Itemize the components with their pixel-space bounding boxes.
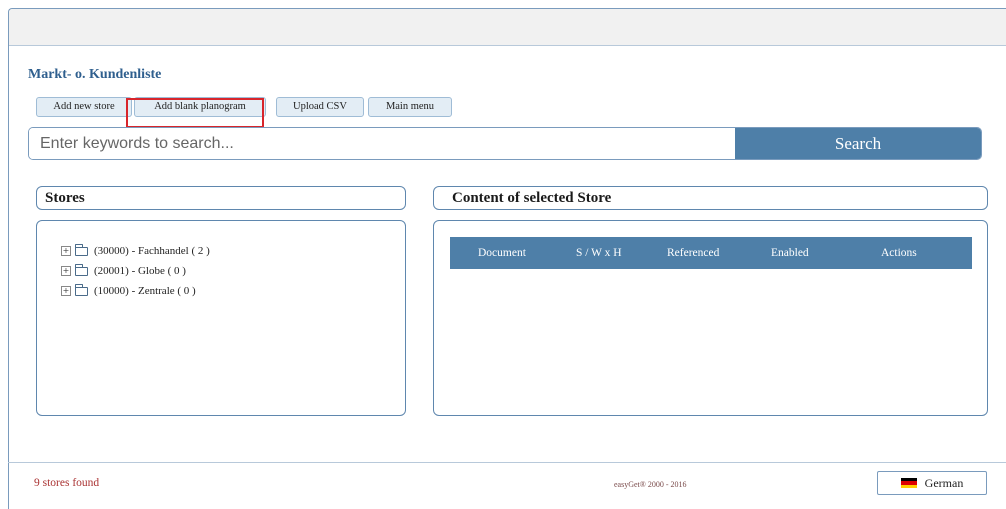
expand-icon[interactable]: + xyxy=(61,266,71,276)
stores-panel-header: Stores xyxy=(36,186,406,210)
search-bar: Search xyxy=(28,127,982,160)
expand-icon[interactable]: + xyxy=(61,246,71,256)
content-panel: Document S / W x H Referenced Enabled Ac… xyxy=(433,220,988,416)
folder-icon xyxy=(74,263,88,276)
german-flag-icon xyxy=(900,478,917,488)
tree-item-fachhandel[interactable]: + (30000) - Fachhandel ( 2 ) xyxy=(61,241,210,261)
search-button[interactable]: Search xyxy=(735,128,981,159)
footer-divider xyxy=(8,462,1006,463)
stores-tree-panel: + (30000) - Fachhandel ( 2 ) + (20001) -… xyxy=(36,220,406,416)
store-tree: + (30000) - Fachhandel ( 2 ) + (20001) -… xyxy=(61,241,210,301)
tree-item-zentrale[interactable]: + (10000) - Zentrale ( 0 ) xyxy=(61,281,210,301)
folder-icon xyxy=(74,243,88,256)
tree-item-label: (10000) - Zentrale ( 0 ) xyxy=(94,285,196,297)
column-header[interactable]: Actions xyxy=(881,237,917,269)
column-header[interactable]: Enabled xyxy=(771,237,809,269)
tree-item-label: (20001) - Globe ( 0 ) xyxy=(94,265,186,277)
search-input[interactable] xyxy=(29,128,735,159)
add-new-store-button[interactable]: Add new store xyxy=(36,97,132,117)
language-button[interactable]: German xyxy=(877,471,987,495)
language-label: German xyxy=(924,475,964,490)
main-menu-button[interactable]: Main menu xyxy=(368,97,452,117)
content-table-header: Document S / W x H Referenced Enabled Ac… xyxy=(450,237,972,269)
add-blank-planogram-button[interactable]: Add blank planogram xyxy=(134,97,266,117)
column-header[interactable]: S / W x H xyxy=(576,237,622,269)
content-panel-header: Content of selected Store xyxy=(433,186,988,210)
tree-item-label: (30000) - Fachhandel ( 2 ) xyxy=(94,245,210,257)
upload-csv-button[interactable]: Upload CSV xyxy=(276,97,364,117)
expand-icon[interactable]: + xyxy=(61,286,71,296)
top-bar xyxy=(9,9,1006,46)
folder-icon xyxy=(74,283,88,296)
copyright: easyGet® 2000 - 2016 xyxy=(614,480,687,489)
status-text: 9 stores found xyxy=(34,477,100,489)
column-header[interactable]: Document xyxy=(478,237,526,269)
tree-item-globe[interactable]: + (20001) - Globe ( 0 ) xyxy=(61,261,210,281)
page-title: Markt- o. Kundenliste xyxy=(28,67,162,82)
column-header[interactable]: Referenced xyxy=(667,237,719,269)
